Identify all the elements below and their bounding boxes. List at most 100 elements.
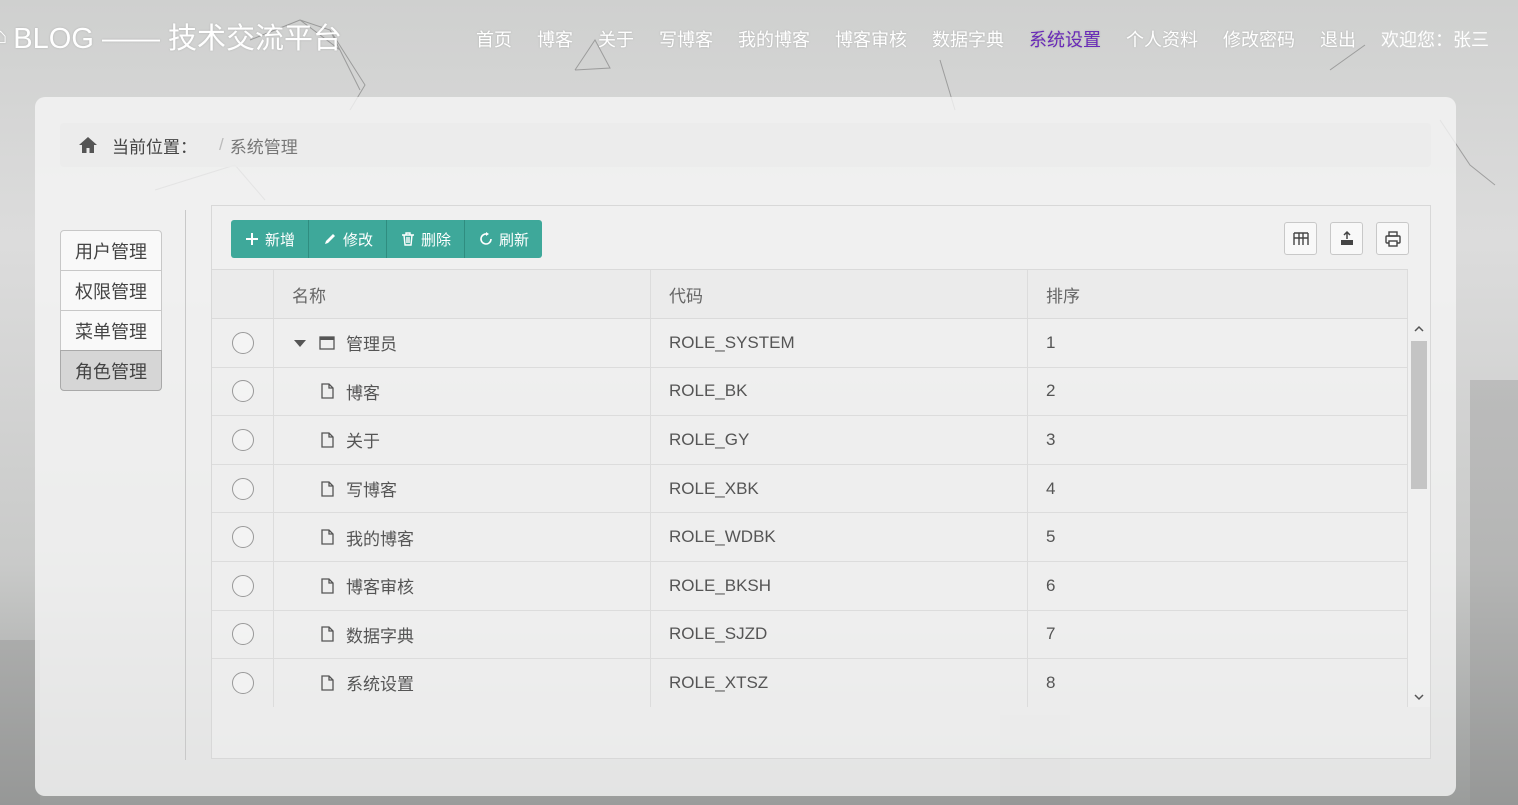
row-code: ROLE_SJZD [651, 610, 1028, 659]
nav-blog[interactable]: 博客 [537, 26, 573, 52]
refresh-icon [480, 232, 492, 245]
main-card: 当前位置： / 系统管理 用户管理 权限管理 菜单管理 角色管理 新增 修改 删… [35, 97, 1456, 796]
header-select [212, 270, 274, 318]
header-order: 排序 [1028, 270, 1408, 318]
window-icon [319, 336, 335, 350]
row-code: ROLE_WDBK [651, 513, 1028, 561]
row-select-cell [212, 659, 274, 707]
add-button-label: 新增 [265, 231, 296, 249]
logo-icon: ⌂ [0, 23, 8, 48]
row-select-cell [212, 464, 274, 513]
row-name-cell: 管理员 [274, 319, 651, 367]
breadcrumb-separator: / [219, 135, 224, 154]
header-code: 代码 [651, 270, 1028, 318]
side-item-role-management[interactable]: 角色管理 [60, 350, 162, 391]
row-radio[interactable] [231, 380, 254, 403]
add-button[interactable]: 新增 [231, 220, 310, 258]
row-select-cell [212, 319, 274, 367]
row-radio[interactable] [231, 526, 254, 549]
refresh-button[interactable]: 刷新 [465, 220, 543, 258]
divider [185, 210, 186, 760]
row-radio[interactable] [231, 331, 254, 354]
row-name: 管理员 [346, 335, 397, 355]
row-code: ROLE_BK [651, 367, 1028, 416]
row-name: 博客 [346, 383, 380, 403]
nav-my-blog[interactable]: 我的博客 [738, 26, 810, 52]
trash-icon [402, 232, 415, 246]
row-name-cell: 博客 [274, 367, 651, 416]
role-tree-table: 名称 代码 排序 管理员 ROLE_SYSTEM 1 博客 ROLE_BK 2 关于 ROLE… [212, 269, 1408, 707]
row-radio[interactable] [231, 623, 254, 646]
export-button[interactable] [1330, 222, 1363, 255]
row-select-cell [212, 513, 274, 561]
print-button[interactable] [1376, 222, 1409, 255]
welcome-text: 欢迎您：张三 [1381, 30, 1489, 50]
nav-change-password[interactable]: 修改密码 [1223, 26, 1295, 52]
row-code: ROLE_BKSH [651, 561, 1028, 610]
file-icon [321, 578, 334, 594]
logo-text: BLOG —— 技术交流平台 [13, 23, 342, 55]
table-row[interactable]: 数据字典 ROLE_SJZD 7 [212, 610, 1408, 660]
file-icon [321, 675, 334, 691]
caret-down-icon[interactable] [292, 335, 308, 351]
row-name-cell: 系统设置 [274, 659, 651, 707]
table-row[interactable]: 博客 ROLE_BK 2 [212, 367, 1408, 417]
delete-button-label: 删除 [421, 231, 452, 249]
nav-dictionary[interactable]: 数据字典 [932, 26, 1004, 52]
export-icon [1340, 230, 1353, 245]
toolbar: 新增 修改 删除 刷新 [231, 220, 543, 258]
row-order: 1 [1028, 319, 1408, 367]
nav-logout[interactable]: 退出 [1320, 26, 1356, 52]
row-name-cell: 博客审核 [274, 561, 651, 610]
table-scrollbar[interactable] [1408, 319, 1430, 707]
nav-write-blog[interactable]: 写博客 [659, 26, 713, 52]
row-radio[interactable] [231, 574, 254, 597]
nav-system-settings[interactable]: 系统设置 [1029, 26, 1101, 52]
side-item-user-management[interactable]: 用户管理 [60, 230, 162, 271]
nav-profile[interactable]: 个人资料 [1126, 26, 1198, 52]
top-nav: 首页 博客 关于 写博客 我的博客 博客审核 数据字典 系统设置 个人资料 修改… [476, 24, 1489, 54]
nav-about[interactable]: 关于 [598, 26, 634, 52]
row-name: 数据字典 [346, 626, 414, 646]
side-item-permission-management[interactable]: 权限管理 [60, 270, 162, 311]
row-code: ROLE_XTSZ [651, 659, 1028, 707]
columns-button[interactable] [1284, 222, 1317, 255]
file-icon [321, 529, 334, 545]
scroll-thumb[interactable] [1411, 341, 1427, 489]
table-row[interactable]: 我的博客 ROLE_WDBK 5 [212, 513, 1408, 562]
row-name-cell: 数据字典 [274, 610, 651, 659]
table-row[interactable]: 管理员 ROLE_SYSTEM 1 [212, 319, 1408, 368]
file-icon [321, 432, 334, 448]
table-row[interactable]: 系统设置 ROLE_XTSZ 8 [212, 659, 1408, 707]
row-name: 写博客 [346, 481, 397, 501]
delete-button[interactable]: 删除 [387, 220, 466, 258]
row-order: 4 [1028, 464, 1408, 513]
row-radio[interactable] [231, 428, 254, 451]
table-row[interactable]: 博客审核 ROLE_BKSH 6 [212, 561, 1408, 611]
row-radio[interactable] [231, 477, 254, 500]
edit-button-label: 修改 [343, 231, 374, 249]
edit-button[interactable]: 修改 [309, 220, 388, 258]
scroll-up-icon[interactable] [1413, 323, 1425, 335]
table-row[interactable]: 写博客 ROLE_XBK 4 [212, 464, 1408, 514]
row-select-cell [212, 416, 274, 464]
side-menu: 用户管理 权限管理 菜单管理 角色管理 [60, 230, 162, 391]
row-code: ROLE_SYSTEM [651, 319, 1028, 367]
row-order: 7 [1028, 610, 1408, 659]
row-name: 博客审核 [346, 578, 414, 598]
print-icon [1384, 230, 1401, 247]
site-logo[interactable]: ⌂ BLOG —— 技术交流平台 [0, 14, 342, 58]
scroll-down-icon[interactable] [1413, 691, 1425, 703]
refresh-button-label: 刷新 [499, 231, 530, 249]
nav-blog-review[interactable]: 博客审核 [835, 26, 907, 52]
nav-home[interactable]: 首页 [476, 26, 512, 52]
side-item-menu-management[interactable]: 菜单管理 [60, 310, 162, 351]
row-select-cell [212, 561, 274, 610]
table-row[interactable]: 关于 ROLE_GY 3 [212, 416, 1408, 465]
row-radio[interactable] [231, 671, 254, 694]
row-order: 5 [1028, 513, 1408, 561]
table-tools [1284, 222, 1409, 255]
plus-icon [246, 233, 258, 245]
row-name-cell: 写博客 [274, 464, 651, 513]
columns-icon [1292, 231, 1309, 245]
